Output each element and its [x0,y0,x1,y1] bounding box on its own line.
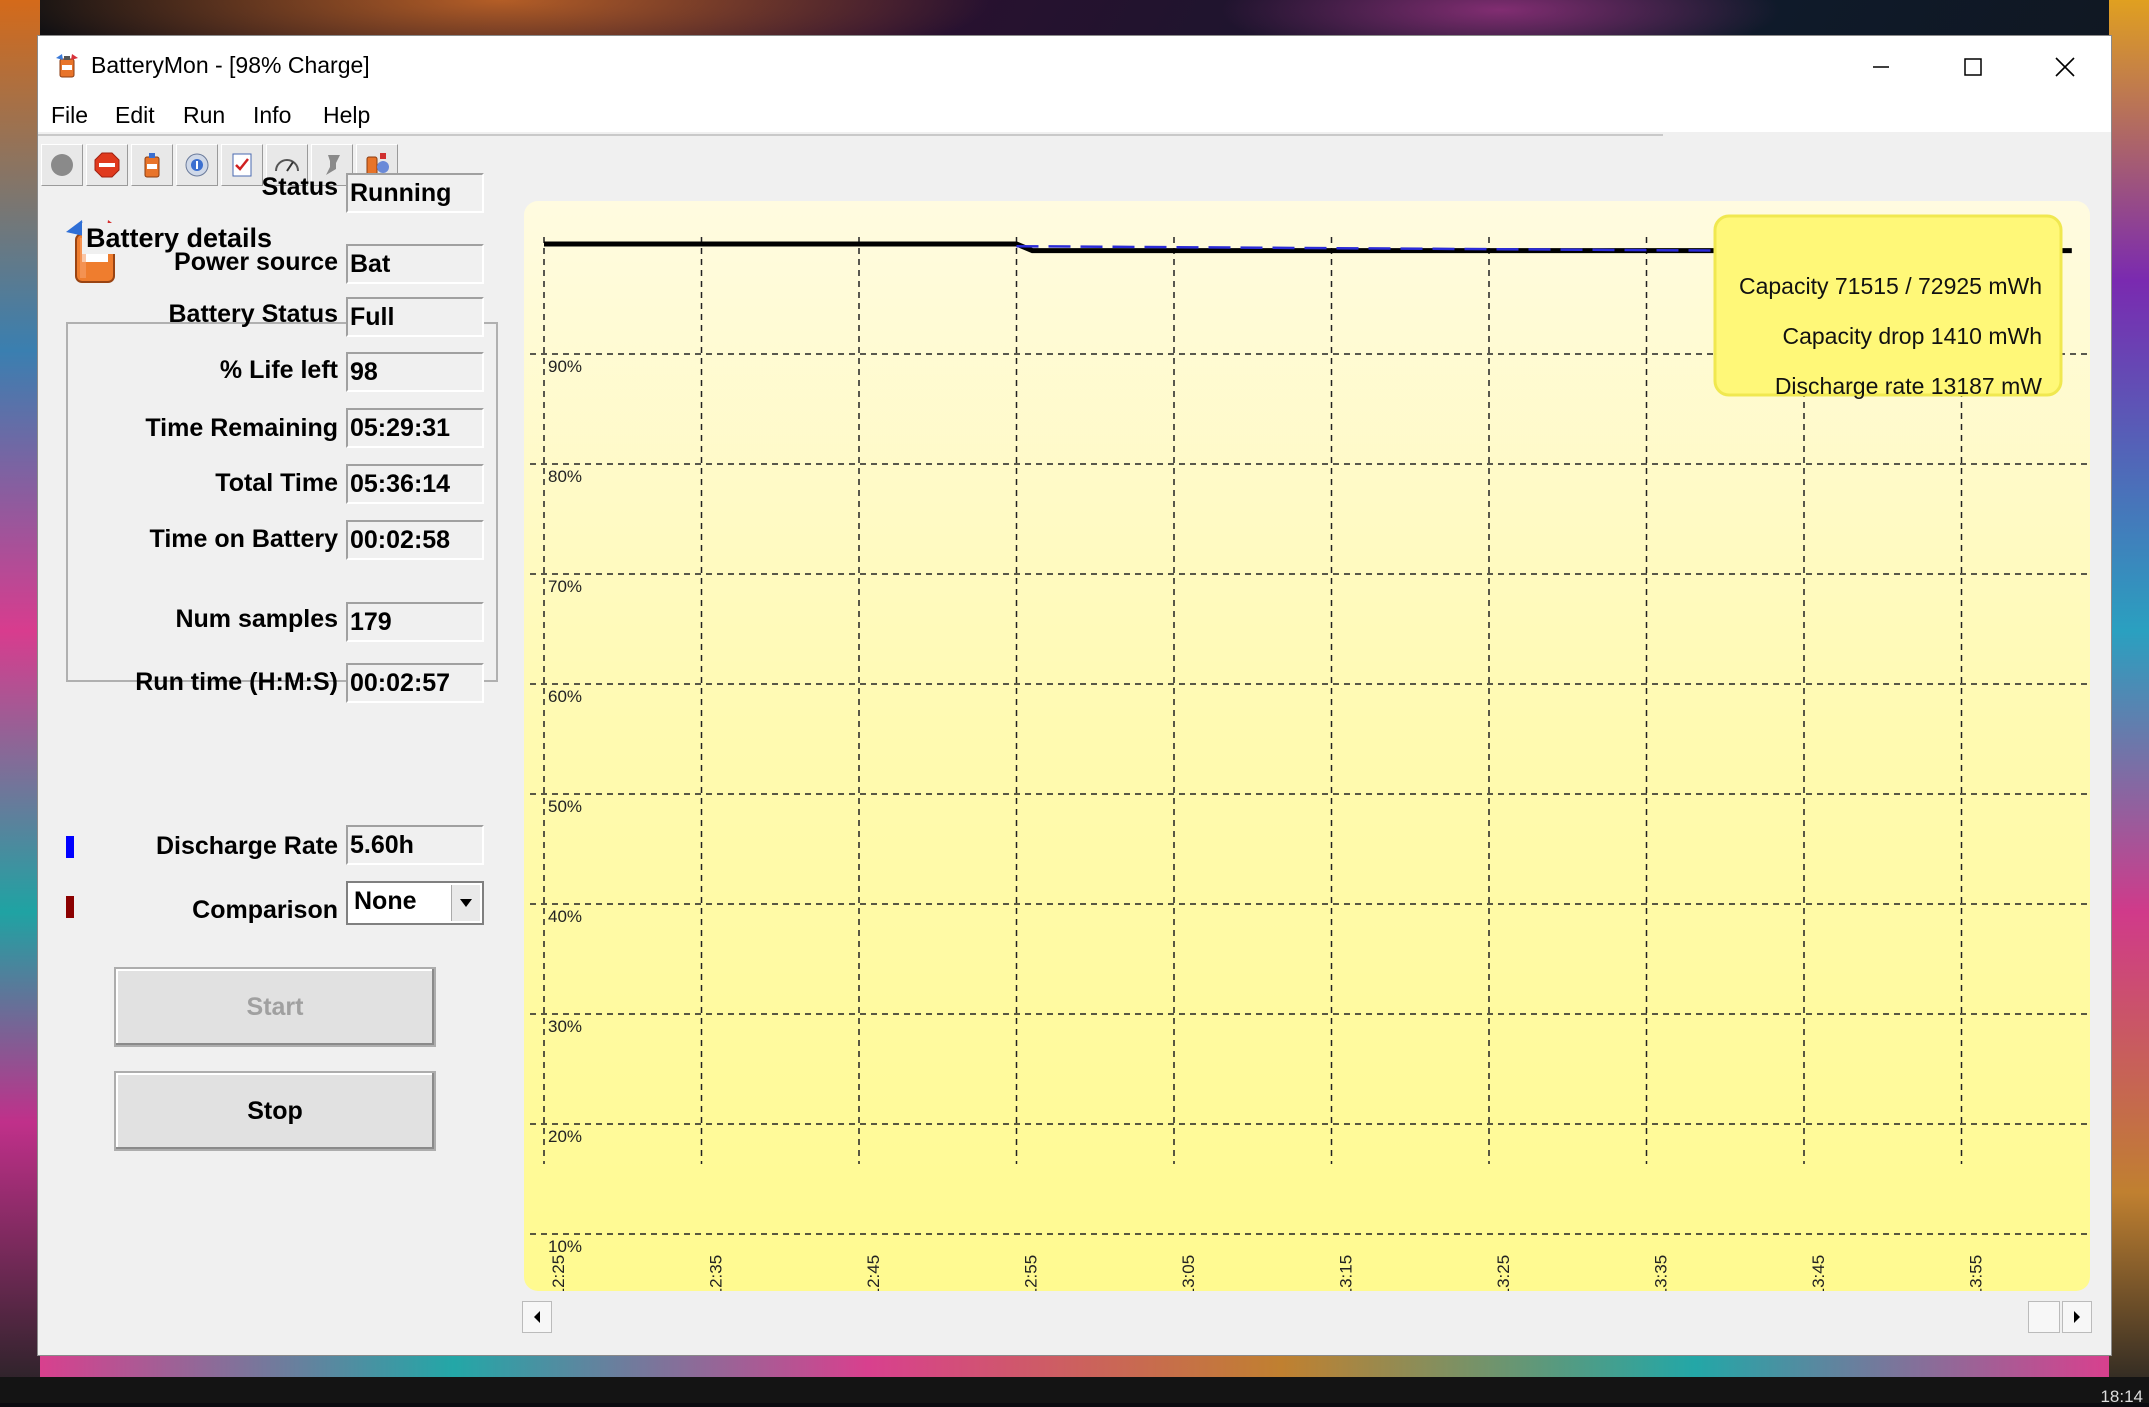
stop-sign-icon [94,152,120,178]
close-icon [2055,57,2075,77]
comparison-select[interactable]: None [346,881,484,925]
discharge-rate-field: 5.60h [346,825,484,865]
maximize-icon [1964,58,1982,76]
time-on-battery-field: 00:02:58 [346,520,484,560]
num-samples-field: 179 [346,602,484,642]
menu-edit[interactable]: Edit [115,102,155,129]
stop-button[interactable]: Stop [114,1071,436,1151]
battery-chart: 90% 80% 70% 60% 50% 40% 30% 20% 10% 18:12:25 18:1… [524,201,2090,1291]
chevron-down-icon [460,899,472,907]
menu-separator [38,134,1663,136]
battery-app-icon [56,54,78,78]
info-capacity: Capacity 71515 / 72925 mWh [1739,273,2042,299]
time-on-battery-label: Time on Battery [149,525,338,553]
stop-record-icon [51,154,73,176]
info-discharge-rate: Discharge rate 13187 mW [1775,373,2042,399]
life-left-field: 98 [346,352,484,392]
menu-help[interactable]: Help [323,102,370,129]
total-time-field: 05:36:14 [346,464,484,504]
x-tick-label: 18:13:45 [1809,1255,1828,1291]
dropdown-arrow-button[interactable] [451,885,480,921]
toolbar-stop-button[interactable] [86,144,128,186]
x-tick-label: 18:13:55 [1967,1255,1986,1291]
discharge-rate-swatch [66,836,74,858]
wallpaper-left-strip [0,0,40,1403]
minimize-button[interactable] [1835,36,1927,98]
wallpaper-right-strip [2109,0,2149,1403]
run-time-label: Run time (H:M:S) [135,668,338,696]
start-button[interactable]: Start [114,967,436,1047]
time-remaining-label: Time Remaining [145,414,338,442]
scroll-left-button[interactable] [522,1301,552,1333]
y-tick-label: 60% [548,687,582,706]
y-tick-label: 70% [548,577,582,596]
menu-info[interactable]: Info [253,102,291,129]
x-tick-label: 18:13:05 [1179,1255,1198,1291]
menu-bar: File Edit Run Info Help [38,98,2111,132]
status-field: Running [346,173,484,213]
y-tick-label: 40% [548,907,582,926]
x-tick-label: 18:12:25 [549,1255,568,1291]
y-tick-label: 90% [548,357,582,376]
scroll-thumb[interactable] [2028,1301,2060,1333]
toolbar-record-button[interactable] [41,144,83,186]
chart-horizontal-scrollbar[interactable] [522,1301,2092,1335]
battery-status-label: Battery Status [168,300,339,328]
menu-file[interactable]: File [51,102,88,129]
time-remaining-field: 05:29:31 [346,408,484,448]
info-box-background [1713,214,2063,397]
taskbar-clock[interactable]: 18:14 [2100,1387,2143,1407]
y-tick-label: 20% [548,1127,582,1146]
menu-run[interactable]: Run [183,102,225,129]
y-tick-label: 50% [548,797,582,816]
comparison-swatch [66,896,74,918]
x-tick-label: 18:13:25 [1494,1255,1513,1291]
close-button[interactable] [2019,36,2111,98]
arrow-left-icon [534,1311,540,1323]
life-left-label: % Life left [219,356,338,384]
total-time-label: Total Time [215,469,338,497]
info-capacity-drop: Capacity drop 1410 mWh [1782,323,2042,349]
num-samples-label: Num samples [175,605,338,633]
discharge-rate-label: Discharge Rate [155,832,338,860]
x-tick-label: 18:13:35 [1652,1255,1671,1291]
taskbar: 18:14 [0,1377,2149,1406]
wallpaper-bottom-strip [40,1355,2109,1377]
title-bar[interactable]: BatteryMon - [98% Charge] [38,36,2111,98]
y-tick-label: 30% [548,1017,582,1036]
y-tick-label: 80% [548,467,582,486]
comparison-label: Comparison [192,896,338,924]
y-tick-label: 10% [548,1237,582,1256]
window-title: BatteryMon - [98% Charge] [91,52,370,78]
x-tick-label: 18:12:35 [707,1255,726,1291]
maximize-button[interactable] [1927,36,2019,98]
battery-status-field: Full [346,297,484,337]
minimize-icon [1873,66,1889,68]
x-tick-label: 18:13:15 [1337,1255,1356,1291]
arrow-right-icon [2074,1311,2080,1323]
chart-info-box: Capacity 71515 / 72925 mWh Capacity drop… [1713,214,2063,399]
scroll-right-button[interactable] [2062,1301,2092,1333]
power-source-field: Bat [346,244,484,284]
status-label: Status [261,173,338,201]
run-time-field: 00:02:57 [346,663,484,703]
x-tick-label: 18:12:55 [1022,1255,1041,1291]
x-tick-label: 18:12:45 [864,1255,883,1291]
comparison-select-value: None [354,887,417,915]
power-source-label: Power source [174,248,338,276]
batterymon-window: BatteryMon - [98% Charge] File Edit Run … [37,35,2112,1356]
